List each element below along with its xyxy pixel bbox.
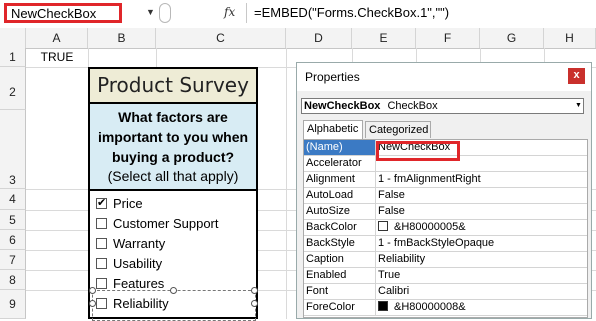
chevron-down-icon[interactable]: ▼ [574,100,583,112]
gridline [286,48,287,319]
name-value-highlight [376,141,460,161]
property-value[interactable]: Reliability [378,252,583,267]
property-row[interactable]: Alignment 1 - fmAlignmentRight [304,172,587,188]
row-header[interactable]: 7 [0,250,26,270]
row-header[interactable]: 1 [0,48,26,67]
checkbox-box[interactable] [96,238,107,249]
column-header[interactable]: E [352,28,416,48]
row-header[interactable]: 8 [0,270,26,290]
name-box[interactable]: NewCheckBox [4,3,122,23]
property-value[interactable]: False [378,188,583,203]
property-name: AutoLoad [304,188,376,203]
property-name: Accelerator [304,156,376,171]
property-row[interactable]: AutoLoad False [304,188,587,204]
formula-bar-divider [246,3,247,23]
resize-handle[interactable] [89,300,96,307]
row-header[interactable]: 3 [0,110,26,189]
checkbox-box[interactable] [96,218,107,229]
properties-title: Properties [305,70,360,84]
property-row[interactable]: BackColor &H80000005& [304,220,587,236]
survey-title: Product Survey [90,69,256,104]
object-name: NewCheckBox [304,100,381,112]
color-swatch [378,301,388,311]
checkbox-label: Price [113,196,143,211]
row-header[interactable]: 4 [0,189,26,210]
column-header[interactable]: G [480,28,544,48]
property-value[interactable]: 1 - fmAlignmentRight [378,172,583,187]
properties-window: Properties x NewCheckBox CheckBox ▼ Alph… [296,62,592,319]
property-row[interactable]: AutoSize False [304,204,587,220]
property-value[interactable]: Calibri [378,284,583,299]
row-header[interactable]: 5 [0,210,26,230]
row-header[interactable]: 2 [0,67,26,110]
property-grid: (Name) NewCheckBox Accelerator Alignment 1… [303,139,588,318]
row-header[interactable]: 9 [0,290,26,319]
resize-handle[interactable] [251,300,258,307]
property-name: Caption [304,252,376,267]
property-row[interactable]: ForeColor &H80000008& [304,300,587,316]
property-name: BackColor [304,220,376,235]
select-all-corner[interactable] [0,28,26,48]
formula-bar-splitter[interactable] [159,3,171,23]
property-value[interactable]: False [378,204,583,219]
object-type: CheckBox [387,100,438,112]
property-name: Alignment [304,172,376,187]
property-name: (Name) [304,140,376,155]
survey-question: What factors are important to you when b… [97,109,249,165]
resize-handle[interactable] [251,287,258,294]
property-value[interactable]: 1 - fmBackStyleOpaque [378,236,583,251]
property-name: Enabled [304,268,376,283]
tab-alphabetic[interactable]: Alphabetic [303,120,363,139]
property-row[interactable]: Enabled True [304,268,587,284]
column-header[interactable]: C [156,28,286,48]
column-header[interactable]: D [286,28,352,48]
resize-handle[interactable] [89,287,96,294]
property-name: BackStyle [304,236,376,251]
property-name: ForeColor [304,300,376,315]
tab-categorized[interactable]: Categorized [365,121,431,138]
property-row[interactable]: Font Calibri [304,284,587,300]
column-headers: A B C D E F G H [0,28,596,49]
checkbox-box[interactable] [96,278,107,289]
property-value[interactable]: &H80000005& [378,220,583,235]
property-row[interactable]: Caption Reliability [304,252,587,268]
property-value-text: &H80000005& [394,221,466,233]
checkbox-label: Usability [113,256,163,271]
checkbox-label: Warranty [113,236,166,251]
formula-bar: NewCheckBox ▼ fx =EMBED("Forms.CheckBox.… [0,0,596,29]
row-header[interactable]: 6 [0,230,26,250]
insert-function-icon[interactable]: fx [224,5,235,19]
property-name: AutoSize [304,204,376,219]
properties-body: NewCheckBox CheckBox ▼ Alphabetic Catego… [297,91,591,318]
properties-titlebar[interactable]: Properties x [297,63,591,91]
chevron-down-icon[interactable]: ▼ [146,7,155,17]
product-survey: Product Survey What factors are importan… [88,67,258,319]
resize-handle[interactable] [170,287,177,294]
formula-input[interactable]: =EMBED("Forms.CheckBox.1","") [254,5,449,20]
property-name: Font [304,284,376,299]
close-icon[interactable]: x [568,68,585,84]
column-header[interactable]: B [88,28,156,48]
object-select[interactable]: NewCheckBox CheckBox ▼ [301,98,584,114]
column-header[interactable]: H [544,28,596,48]
selection-frame[interactable] [92,290,256,321]
property-row[interactable]: BackStyle 1 - fmBackStyleOpaque [304,236,587,252]
survey-question-box: What factors are important to you when b… [90,104,256,191]
property-value-text: &H80000008& [394,301,466,313]
checkbox-label: Customer Support [113,216,219,231]
column-header[interactable]: F [416,28,480,48]
checkbox-box[interactable]: ✔ [96,198,107,209]
color-swatch [378,221,388,231]
property-value[interactable]: True [378,268,583,283]
column-header[interactable]: A [26,28,88,48]
checkbox-box[interactable] [96,258,107,269]
survey-subtext: (Select all that apply) [107,168,239,184]
property-value[interactable]: &H80000008& [378,300,583,315]
cell-a1[interactable]: TRUE [26,48,88,67]
